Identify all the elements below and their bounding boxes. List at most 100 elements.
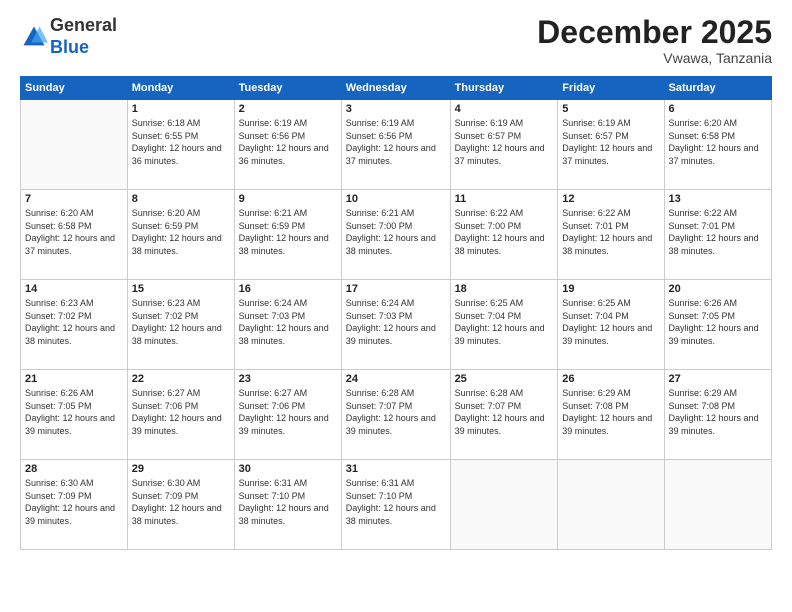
calendar-cell: 28 Sunrise: 6:30 AM Sunset: 7:09 PM Dayli… [21,460,128,550]
calendar-cell: 9Sunrise: 6:21 AM Sunset: 6:59 PM Daylig… [234,190,341,280]
logo-general: General [50,15,117,35]
day-info: Sunrise: 6:29 AM Sunset: 7:08 PM Dayligh… [669,387,767,437]
calendar-cell: 25 Sunrise: 6:28 AM Sunset: 7:07 PM Dayli… [450,370,558,460]
day-number: 21 [25,373,123,385]
calendar-cell: 21 Sunrise: 6:26 AM Sunset: 7:05 PM Dayli… [21,370,128,460]
day-header-saturday: Saturday [664,77,771,100]
day-number: 7 [25,193,123,205]
calendar-table: SundayMondayTuesdayWednesdayThursdayFrid… [20,76,772,550]
day-info: Sunrise: 6:27 AM Sunset: 7:06 PM Dayligh… [132,387,230,437]
day-info: Sunrise: 6:25 AM Sunset: 7:04 PM Dayligh… [455,297,554,347]
calendar-header-row: SundayMondayTuesdayWednesdayThursdayFrid… [21,77,772,100]
day-number: 28 [25,463,123,475]
logo-text: General Blue [50,15,117,58]
calendar-cell: 18Sunrise: 6:25 AM Sunset: 7:04 PM Dayli… [450,280,558,370]
day-info: Sunrise: 6:20 AM Sunset: 6:58 PM Dayligh… [25,207,123,257]
calendar-cell: 7 Sunrise: 6:20 AM Sunset: 6:58 PM Daylig… [21,190,128,280]
day-number: 31 [346,463,446,475]
day-header-sunday: Sunday [21,77,128,100]
day-number: 15 [132,283,230,295]
day-info: Sunrise: 6:22 AM Sunset: 7:01 PM Dayligh… [669,207,767,257]
day-info: Sunrise: 6:30 AM Sunset: 7:09 PM Dayligh… [132,477,230,527]
calendar-week-4: 21 Sunrise: 6:26 AM Sunset: 7:05 PM Dayli… [21,370,772,460]
day-number: 17 [346,283,446,295]
day-info: Sunrise: 6:26 AM Sunset: 7:05 PM Dayligh… [669,297,767,347]
day-info: Sunrise: 6:27 AM Sunset: 7:06 PM Dayligh… [239,387,337,437]
calendar-cell: 29 Sunrise: 6:30 AM Sunset: 7:09 PM Dayli… [127,460,234,550]
day-info: Sunrise: 6:19 AM Sunset: 6:57 PM Dayligh… [562,117,659,167]
day-header-tuesday: Tuesday [234,77,341,100]
calendar-cell: 8Sunrise: 6:20 AM Sunset: 6:59 PM Daylig… [127,190,234,280]
calendar-cell: 22 Sunrise: 6:27 AM Sunset: 7:06 PM Dayli… [127,370,234,460]
calendar-cell: 10Sunrise: 6:21 AM Sunset: 7:00 PM Dayli… [341,190,450,280]
day-header-thursday: Thursday [450,77,558,100]
calendar-cell [21,100,128,190]
day-info: Sunrise: 6:19 AM Sunset: 6:56 PM Dayligh… [346,117,446,167]
calendar-cell: 26 Sunrise: 6:29 AM Sunset: 7:08 PM Dayli… [558,370,664,460]
calendar-cell [450,460,558,550]
calendar-cell [558,460,664,550]
day-number: 22 [132,373,230,385]
day-number: 13 [669,193,767,205]
calendar-week-3: 14Sunrise: 6:23 AM Sunset: 7:02 PM Dayli… [21,280,772,370]
day-header-wednesday: Wednesday [341,77,450,100]
day-info: Sunrise: 6:24 AM Sunset: 7:03 PM Dayligh… [239,297,337,347]
calendar-cell: 15 Sunrise: 6:23 AM Sunset: 7:02 PM Dayli… [127,280,234,370]
day-number: 23 [239,373,337,385]
calendar-cell: 4Sunrise: 6:19 AM Sunset: 6:57 PM Daylig… [450,100,558,190]
day-number: 4 [455,103,554,115]
day-number: 29 [132,463,230,475]
day-number: 19 [562,283,659,295]
day-number: 16 [239,283,337,295]
calendar-cell: 1Sunrise: 6:18 AM Sunset: 6:55 PM Daylig… [127,100,234,190]
day-number: 2 [239,103,337,115]
logo-blue: Blue [50,37,89,57]
calendar-cell: 3 Sunrise: 6:19 AM Sunset: 6:56 PM Daylig… [341,100,450,190]
calendar-cell [664,460,771,550]
calendar-cell: 5Sunrise: 6:19 AM Sunset: 6:57 PM Daylig… [558,100,664,190]
day-number: 20 [669,283,767,295]
day-info: Sunrise: 6:26 AM Sunset: 7:05 PM Dayligh… [25,387,123,437]
day-number: 3 [346,103,446,115]
calendar-week-5: 28 Sunrise: 6:30 AM Sunset: 7:09 PM Dayli… [21,460,772,550]
day-info: Sunrise: 6:23 AM Sunset: 7:02 PM Dayligh… [132,297,230,347]
calendar-cell: 27 Sunrise: 6:29 AM Sunset: 7:08 PM Dayli… [664,370,771,460]
day-info: Sunrise: 6:30 AM Sunset: 7:09 PM Dayligh… [25,477,123,527]
day-number: 27 [669,373,767,385]
day-info: Sunrise: 6:31 AM Sunset: 7:10 PM Dayligh… [239,477,337,527]
day-info: Sunrise: 6:19 AM Sunset: 6:56 PM Dayligh… [239,117,337,167]
calendar-cell: 20 Sunrise: 6:26 AM Sunset: 7:05 PM Dayli… [664,280,771,370]
location: Vwawa, Tanzania [537,50,772,66]
calendar-cell: 17 Sunrise: 6:24 AM Sunset: 7:03 PM Dayli… [341,280,450,370]
day-info: Sunrise: 6:29 AM Sunset: 7:08 PM Dayligh… [562,387,659,437]
day-number: 9 [239,193,337,205]
day-number: 24 [346,373,446,385]
title-block: December 2025 Vwawa, Tanzania [537,15,772,66]
month-title: December 2025 [537,15,772,50]
day-number: 30 [239,463,337,475]
calendar-week-2: 7 Sunrise: 6:20 AM Sunset: 6:58 PM Daylig… [21,190,772,280]
calendar-cell: 12 Sunrise: 6:22 AM Sunset: 7:01 PM Dayli… [558,190,664,280]
day-number: 10 [346,193,446,205]
day-header-friday: Friday [558,77,664,100]
day-number: 26 [562,373,659,385]
calendar-cell: 13 Sunrise: 6:22 AM Sunset: 7:01 PM Dayli… [664,190,771,280]
day-info: Sunrise: 6:20 AM Sunset: 6:58 PM Dayligh… [669,117,767,167]
day-info: Sunrise: 6:23 AM Sunset: 7:02 PM Dayligh… [25,297,123,347]
day-info: Sunrise: 6:28 AM Sunset: 7:07 PM Dayligh… [455,387,554,437]
day-number: 11 [455,193,554,205]
calendar-cell: 14Sunrise: 6:23 AM Sunset: 7:02 PM Dayli… [21,280,128,370]
day-info: Sunrise: 6:28 AM Sunset: 7:07 PM Dayligh… [346,387,446,437]
calendar-cell: 16 Sunrise: 6:24 AM Sunset: 7:03 PM Dayli… [234,280,341,370]
calendar-cell: 6Sunrise: 6:20 AM Sunset: 6:58 PM Daylig… [664,100,771,190]
header: General Blue December 2025 Vwawa, Tanzan… [20,15,772,66]
day-number: 12 [562,193,659,205]
day-info: Sunrise: 6:24 AM Sunset: 7:03 PM Dayligh… [346,297,446,347]
day-info: Sunrise: 6:31 AM Sunset: 7:10 PM Dayligh… [346,477,446,527]
calendar-cell: 31 Sunrise: 6:31 AM Sunset: 7:10 PM Dayli… [341,460,450,550]
calendar-cell: 23 Sunrise: 6:27 AM Sunset: 7:06 PM Dayli… [234,370,341,460]
logo-icon [20,23,48,51]
day-info: Sunrise: 6:22 AM Sunset: 7:01 PM Dayligh… [562,207,659,257]
day-info: Sunrise: 6:18 AM Sunset: 6:55 PM Dayligh… [132,117,230,167]
day-number: 25 [455,373,554,385]
